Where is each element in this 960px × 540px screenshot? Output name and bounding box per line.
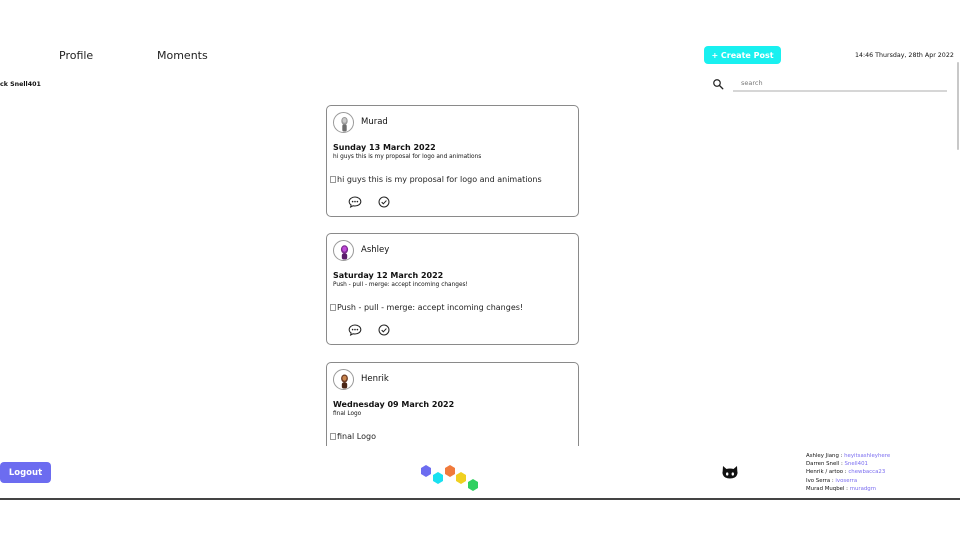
avatar <box>333 240 354 261</box>
broken-image-icon <box>330 433 336 440</box>
current-username: ck Snell401 <box>0 81 41 88</box>
post-caption: Push - pull - merge: accept incoming cha… <box>333 282 468 288</box>
credit-handle-link[interactable]: ivoserra <box>835 478 857 484</box>
broken-image-icon <box>330 176 336 183</box>
credit-handle-link[interactable]: heyitsashleyhere <box>844 453 890 459</box>
search-icon[interactable] <box>712 78 724 90</box>
avatar <box>333 369 354 390</box>
post-image-alt-text: hi guys this is my proposal for logo and… <box>337 175 542 184</box>
current-datetime: 14:46 Thursday, 28th Apr 2022 <box>855 52 954 59</box>
broken-image-icon <box>330 304 336 311</box>
nav-profile-link[interactable]: Profile <box>59 49 93 62</box>
post-image: Push - pull - merge: accept incoming cha… <box>330 303 523 312</box>
credit-handle-link[interactable]: Snell401 <box>845 461 868 467</box>
logo-hexagon <box>468 479 478 491</box>
post-caption: hi guys this is my proposal for logo and… <box>333 154 482 160</box>
post-image-alt-text: Push - pull - merge: accept incoming cha… <box>337 303 524 312</box>
hexagon-logo <box>421 465 478 491</box>
credit-item: Ivo Serra : ivoserra <box>806 477 858 484</box>
nav-moments-link[interactable]: Moments <box>157 49 208 62</box>
post-image: final Logo <box>330 432 376 441</box>
post-card: Henrik Wednesday 09 March 2022 final Log… <box>326 362 579 446</box>
credit-item: Murad Muqbel : muradgm <box>806 485 876 492</box>
avatar-figure-icon <box>340 245 349 260</box>
avatar-figure-icon <box>341 117 348 132</box>
credit-item: Darren Snell : Snell401 <box>806 461 868 468</box>
page-scrollbar[interactable] <box>957 62 959 150</box>
credit-handle-link[interactable]: chewbacca23 <box>848 469 885 475</box>
post-date: Saturday 12 March 2022 <box>333 271 444 280</box>
post-card: Murad Sunday 13 March 2022 hi guys this … <box>326 105 579 217</box>
post-author[interactable]: Henrik <box>361 374 389 384</box>
post-image-alt-text: final Logo <box>337 432 376 441</box>
avatar-figure-icon <box>341 374 348 389</box>
comment-icon[interactable] <box>348 324 362 336</box>
post-date: Sunday 13 March 2022 <box>333 143 436 152</box>
avatar <box>333 112 354 133</box>
credits-list: Ashley Jiang : heyitsashleyhere Darren S… <box>806 452 890 493</box>
credit-handle-link[interactable]: muradgm <box>850 486 876 492</box>
post-author[interactable]: Ashley <box>361 245 389 255</box>
credit-item: Henrik / artoo : chewbacca23 <box>806 469 886 476</box>
credit-item: Ashley Jiang : heyitsashleyhere <box>806 453 891 459</box>
footer-divider <box>0 498 960 500</box>
post-author[interactable]: Murad <box>361 117 388 127</box>
post-date: Wednesday 09 March 2022 <box>333 400 455 409</box>
search-input[interactable] <box>733 76 947 92</box>
post-caption: final Logo <box>333 411 362 417</box>
posts-feed[interactable]: Murad Sunday 13 March 2022 hi guys this … <box>326 105 580 446</box>
logo-hexagon <box>433 472 443 484</box>
logout-button[interactable]: Logout <box>0 462 51 483</box>
logo-hexagon <box>421 465 431 477</box>
check-circle-icon[interactable] <box>378 324 390 336</box>
check-circle-icon[interactable] <box>378 196 390 208</box>
create-post-button[interactable]: + Create Post <box>704 46 781 64</box>
github-icon[interactable] <box>721 464 739 480</box>
post-image: hi guys this is my proposal for logo and… <box>330 175 542 184</box>
comment-icon[interactable] <box>348 196 362 208</box>
post-card: Ashley Saturday 12 March 2022 Push - pul… <box>326 233 579 345</box>
logo-hexagon <box>445 465 455 477</box>
logo-hexagon <box>456 472 466 484</box>
